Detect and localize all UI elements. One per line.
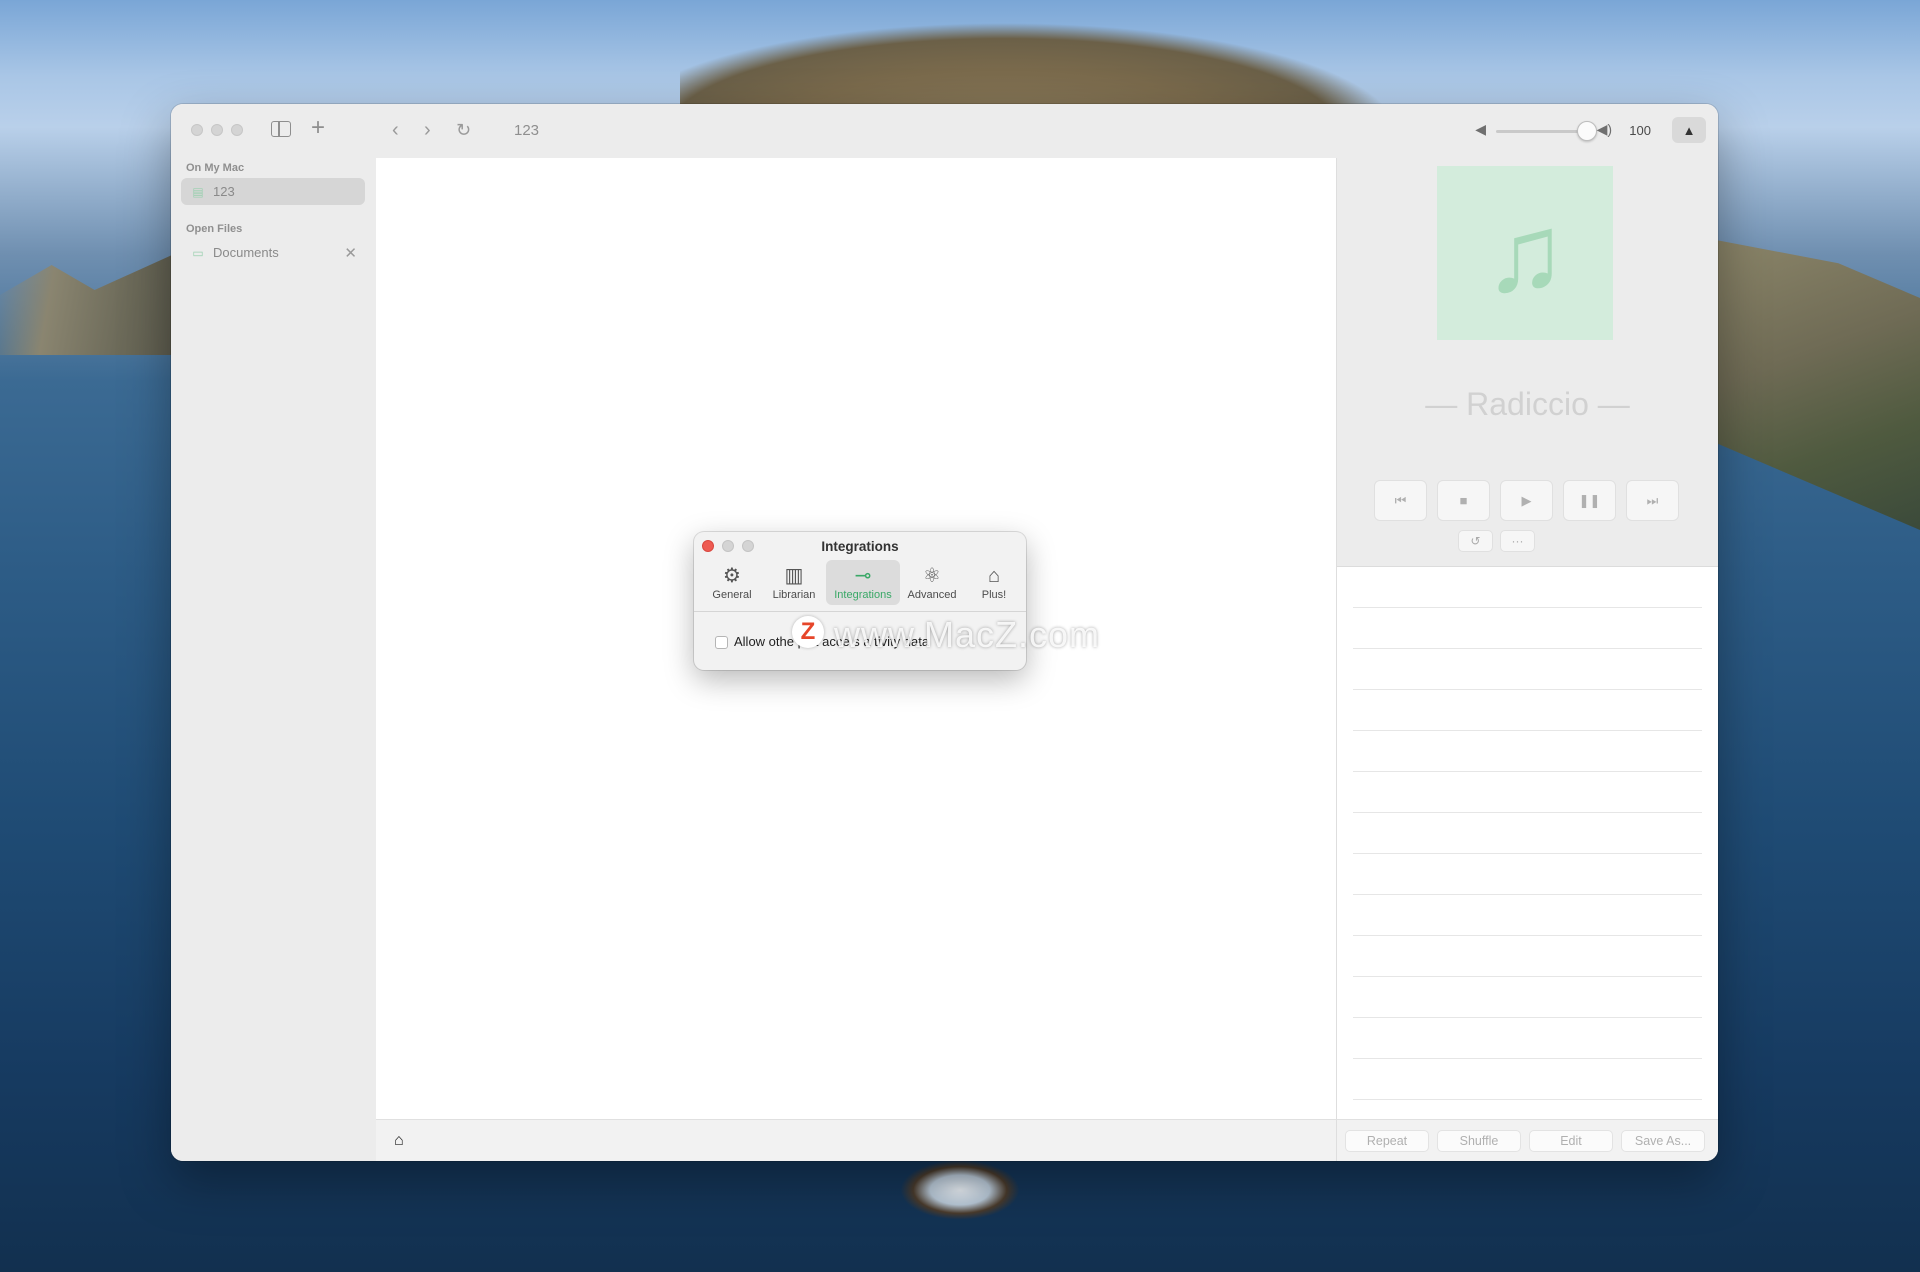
close-button[interactable]	[191, 124, 203, 136]
clipboard-icon: ▤	[192, 184, 204, 199]
list-item[interactable]	[1353, 1099, 1702, 1100]
store-icon: ⌂	[987, 565, 1001, 587]
tab-librarian[interactable]: ▥ Librarian	[764, 560, 824, 605]
gear-icon: ⚙	[723, 565, 741, 587]
list-item[interactable]	[1353, 689, 1702, 690]
section-label-on-my-mac: On My Mac	[186, 162, 245, 174]
play-button[interactable]: ▶	[1500, 480, 1553, 521]
bottom-bar: ⌂	[376, 1119, 1337, 1161]
volume-slider[interactable]	[1496, 130, 1588, 133]
list-item[interactable]	[1353, 771, 1702, 772]
playlist-actions: Repeat Shuffle Edit Save As...	[1337, 1119, 1718, 1161]
stop-button[interactable]: ■	[1437, 480, 1490, 521]
background-rock	[900, 1160, 1020, 1220]
section-label-open-files: Open Files	[186, 223, 243, 235]
home-icon[interactable]: ⌂	[394, 1132, 404, 1150]
volume-high-icon: ◀)	[1596, 121, 1612, 137]
sidebar-item-label: Documents	[213, 245, 279, 260]
zoom-button[interactable]	[231, 124, 243, 136]
watermark-text: www.MacZ.com	[834, 614, 1101, 655]
save-as-button[interactable]: Save As...	[1621, 1130, 1705, 1152]
list-item[interactable]	[1353, 976, 1702, 977]
sidebar: + On My Mac ▤ 123 Open Files ▭ Documents…	[171, 104, 377, 1161]
allow-activity-checkbox[interactable]	[715, 636, 728, 649]
list-item[interactable]	[1353, 1058, 1702, 1059]
sidebar-toggle-icon[interactable]	[271, 121, 291, 137]
list-item[interactable]	[1353, 853, 1702, 854]
shuffle-button[interactable]: Shuffle	[1437, 1130, 1521, 1152]
tab-integrations[interactable]: ⊸ Integrations	[826, 560, 900, 605]
tab-label: Plus!	[981, 589, 1007, 601]
back-icon[interactable]: ‹	[392, 118, 399, 142]
add-icon[interactable]: +	[311, 114, 325, 142]
sidebar-item-label: 123	[213, 184, 235, 199]
list-item[interactable]	[1353, 935, 1702, 936]
next-button[interactable]: ⏭	[1626, 480, 1679, 521]
dialog-divider	[694, 611, 1026, 612]
list-item[interactable]	[1353, 607, 1702, 608]
list-item[interactable]	[1353, 1017, 1702, 1018]
track-title: — Radiccio —	[1425, 386, 1630, 422]
tab-label: Librarian	[772, 589, 816, 601]
airplay-button[interactable]: ▲	[1672, 117, 1706, 143]
background-cliff-right	[1716, 240, 1920, 530]
dialog-title: Integrations	[821, 539, 899, 554]
sidebar-item-123[interactable]: ▤ 123	[181, 178, 365, 205]
previous-button[interactable]: ⏮	[1374, 480, 1427, 521]
volume-slider-knob[interactable]	[1577, 121, 1597, 141]
list-item[interactable]	[1353, 812, 1702, 813]
tab-advanced[interactable]: ⚛ Advanced	[902, 560, 962, 605]
player-panel: ♫ — Radiccio — ⏮ ■ ▶ ❚❚ ⏭ ↺ ···	[1337, 158, 1718, 567]
reload-icon[interactable]: ↻	[456, 118, 471, 142]
toolbar: ‹ › ↻ 123 ◀ ◀) 100 ▲	[376, 104, 1718, 159]
sidebar-item-documents[interactable]: ▭ Documents ✕	[181, 239, 365, 266]
edit-button[interactable]: Edit	[1529, 1130, 1613, 1152]
folder-icon: ▭	[192, 245, 204, 260]
forward-icon[interactable]: ›	[424, 118, 431, 142]
loop-button[interactable]: ↺	[1458, 530, 1493, 552]
tab-general[interactable]: ⚙ General	[702, 560, 762, 605]
books-icon: ▥	[784, 565, 804, 587]
playlist	[1337, 567, 1718, 1119]
list-item[interactable]	[1353, 894, 1702, 895]
album-art: ♫	[1437, 166, 1613, 340]
music-note-icon: ♫	[1483, 191, 1567, 315]
close-icon[interactable]: ✕	[344, 244, 357, 262]
atom-icon: ⚛	[923, 565, 941, 587]
plug-icon: ⊸	[854, 565, 872, 587]
tab-plus[interactable]: ⌂ Plus!	[964, 560, 1024, 605]
volume-value: 100	[1629, 123, 1651, 138]
volume-low-icon: ◀	[1475, 121, 1486, 137]
minimize-button[interactable]	[211, 124, 223, 136]
airplay-icon: ▲	[1682, 122, 1696, 138]
tab-label: Advanced	[907, 589, 957, 601]
tab-label: General	[712, 589, 752, 601]
more-button[interactable]: ···	[1500, 530, 1535, 552]
page-title: 123	[514, 122, 540, 139]
playback-controls: ⏮ ■ ▶ ❚❚ ⏭	[1374, 480, 1679, 521]
list-item[interactable]	[1353, 730, 1702, 731]
list-item[interactable]	[1353, 648, 1702, 649]
tab-label: Integrations	[834, 589, 892, 601]
repeat-button[interactable]: Repeat	[1345, 1130, 1429, 1152]
preferences-tabs: ⚙ General ▥ Librarian ⊸ Integrations ⚛ A…	[702, 560, 1024, 605]
window-controls	[191, 124, 243, 136]
background-cliff-left	[0, 255, 172, 355]
watermark-logo: Z	[792, 616, 824, 648]
pause-button[interactable]: ❚❚	[1563, 480, 1616, 521]
